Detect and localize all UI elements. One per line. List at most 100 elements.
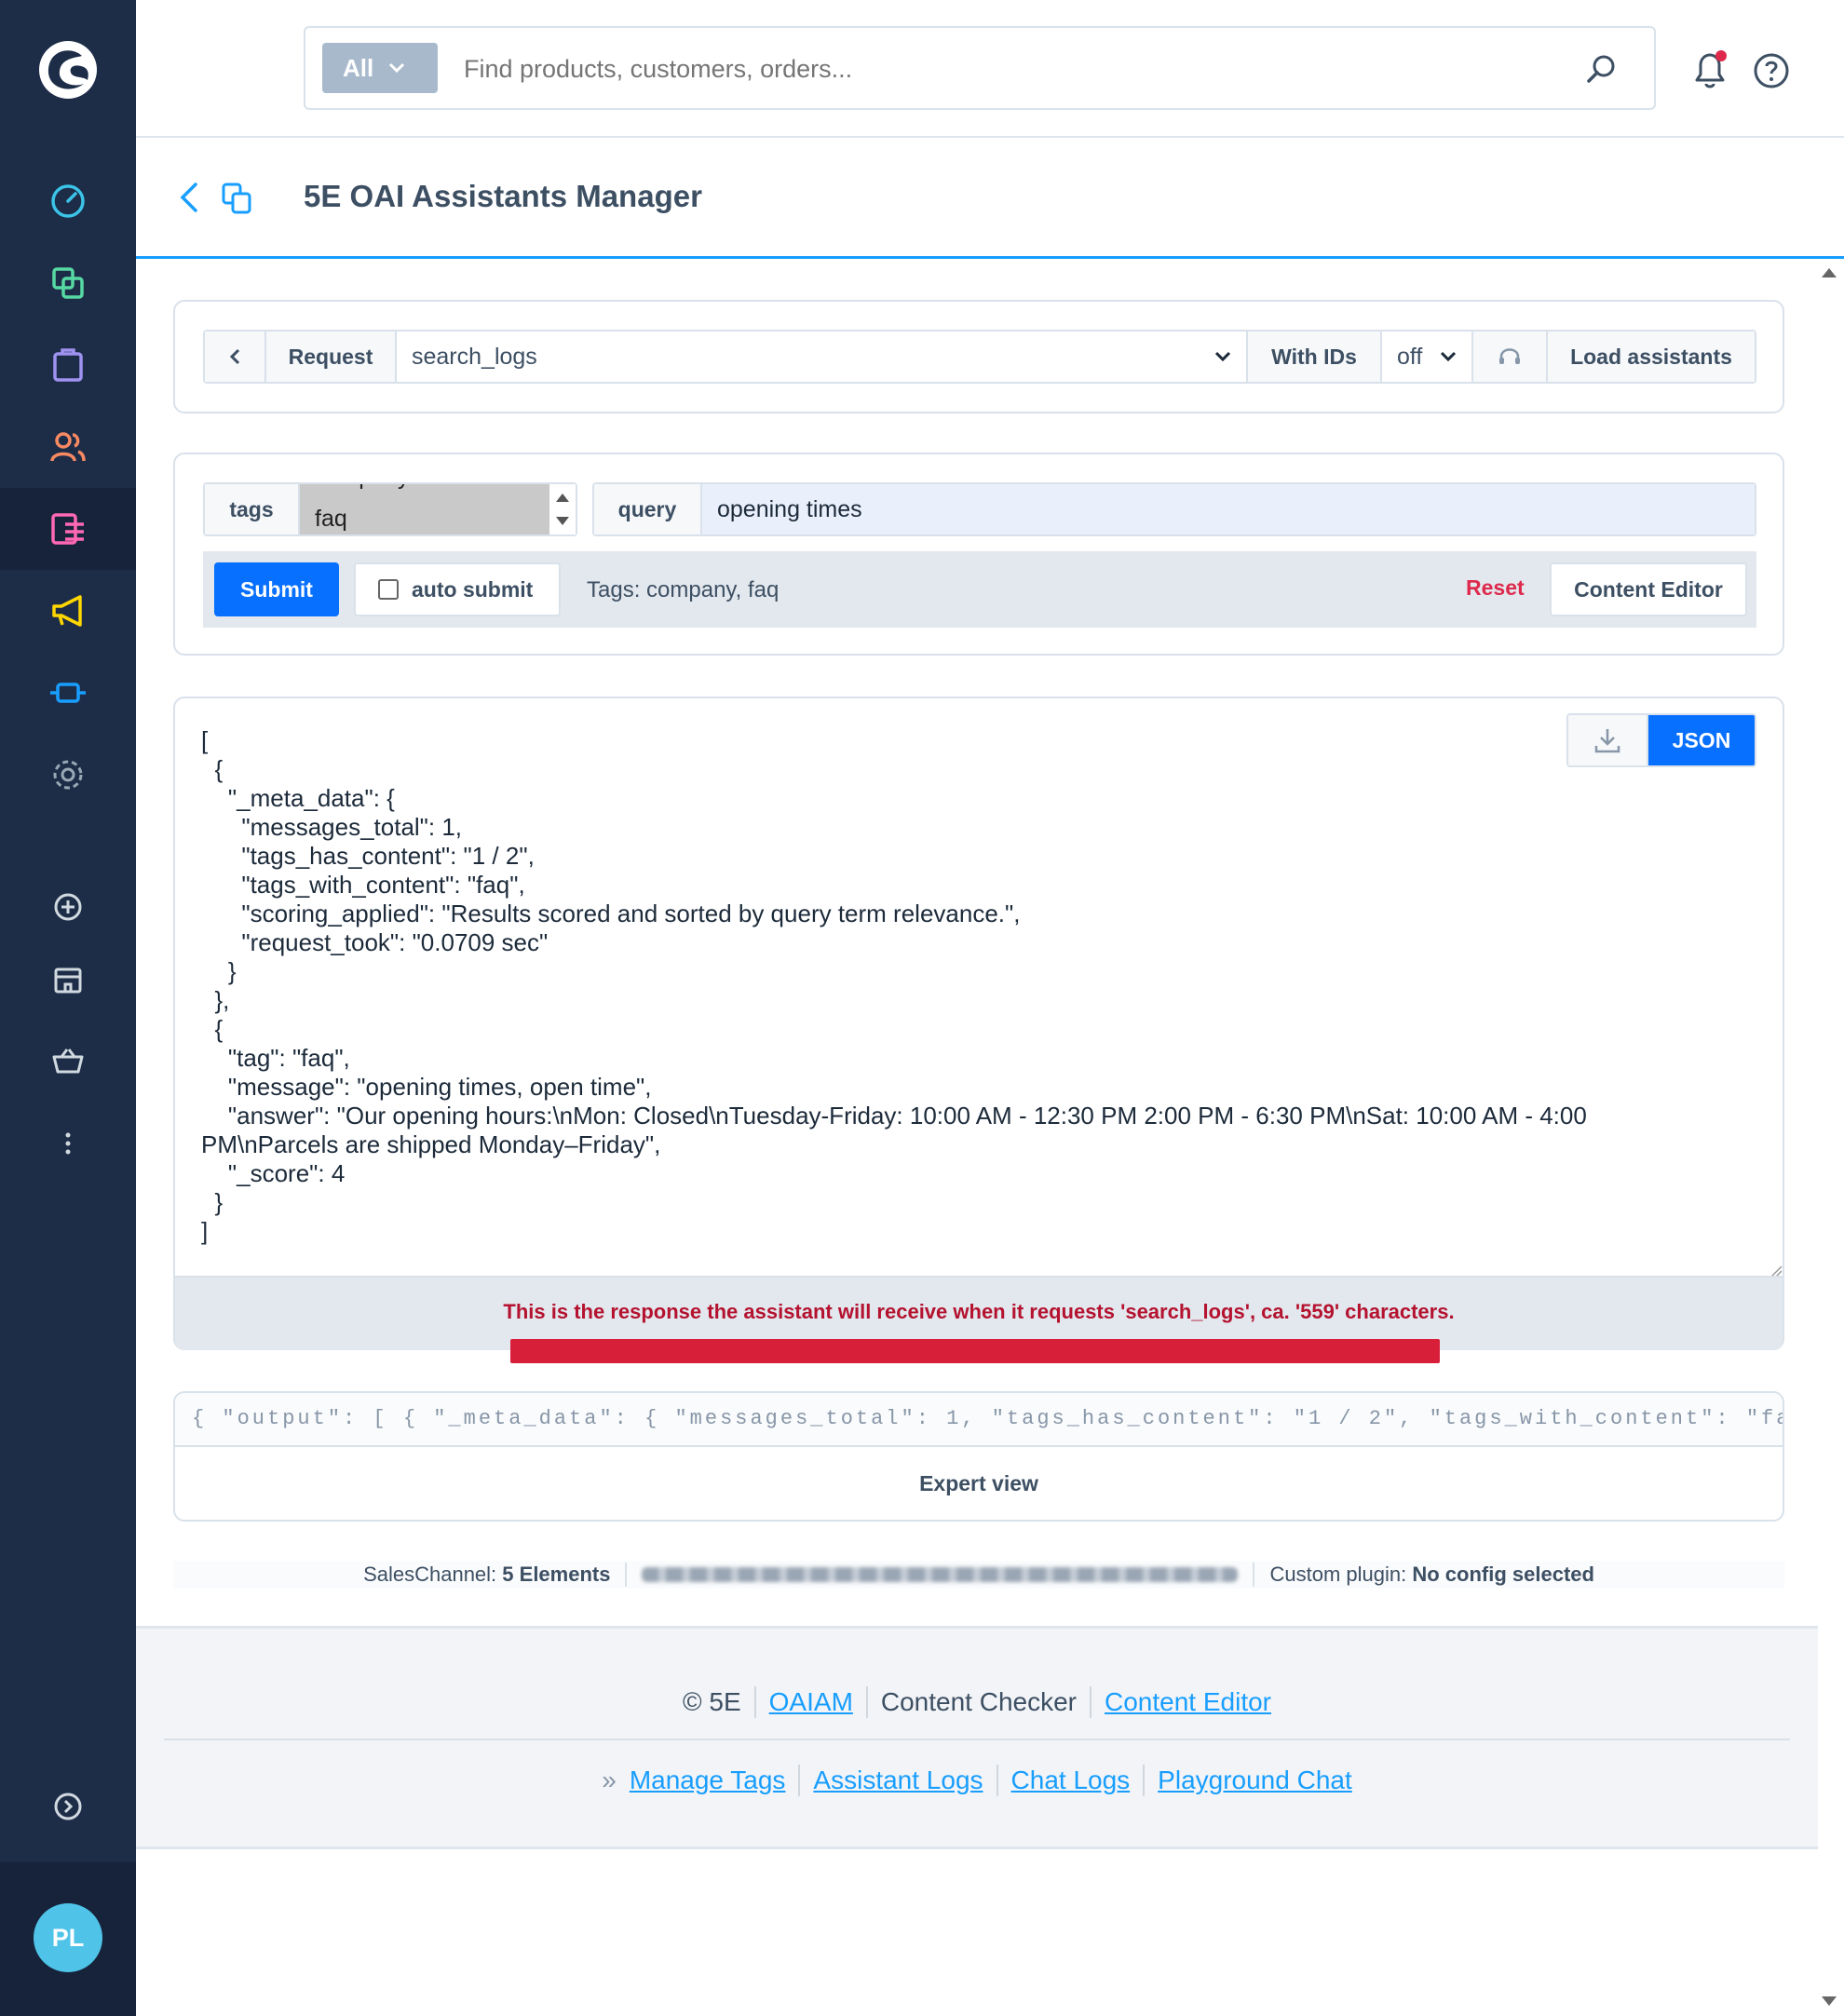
extensions-icon [50,683,86,703]
query-form-card: tags company faq query Submit auto submi… [173,453,1784,656]
top-bar: All [136,0,1844,138]
scroll-up-arrow[interactable] [1822,268,1837,277]
chevron-left-icon[interactable] [175,179,203,216]
tags-label: tags [205,484,300,534]
footer-prefix: » [602,1766,617,1794]
content-editor-button[interactable]: Content Editor [1550,562,1747,616]
with-ids-label: With IDs [1248,331,1382,382]
chevron-left-icon [229,348,240,365]
assistant-headset-button[interactable] [1473,331,1548,382]
copy-icon[interactable] [220,179,253,216]
catalogue-icon [52,267,84,299]
context-info-bar: SalesChannel: 5 Elements Custom plugin: … [173,1561,1784,1589]
divider [798,1765,801,1796]
tags-multiselect[interactable]: company faq [300,484,549,534]
headset-icon [1499,348,1520,364]
json-button[interactable]: JSON [1648,715,1755,765]
expert-raw-output[interactable]: { "output": [ { "_meta_data": { "message… [175,1393,1783,1447]
redacted-bar [510,1339,1440,1363]
request-select-value: search_logs [412,343,537,370]
tags-scrollbar[interactable] [549,484,576,534]
footer-link-chat-logs[interactable]: Chat Logs [1011,1766,1131,1795]
query-label: query [594,484,702,534]
search-icon[interactable] [1585,52,1619,86]
scroll-down-arrow[interactable] [1822,1996,1837,2006]
footer-content-checker: Content Checker [880,1687,1077,1716]
divider [996,1765,998,1796]
tags-option-selected[interactable]: faq [315,506,347,533]
divider [753,1686,756,1718]
footer-primary-links: © 5E OAIAM Content Checker Content Edito… [136,1686,1818,1718]
custom-plugin-value: No config selected [1412,1563,1594,1586]
sidebar-item-marketing[interactable] [0,570,136,652]
search-scope-select[interactable]: All [322,43,438,93]
page-footer: © 5E OAIAM Content Checker Content Edito… [136,1626,1818,1849]
basket-icon [52,1049,84,1074]
load-assistants-button[interactable]: Load assistants [1548,331,1755,382]
sidebar-item-orders[interactable] [0,324,136,406]
sidebar-item-more[interactable] [0,1103,136,1184]
form-action-bar: Submit auto submit Tags: company, faq Re… [203,551,1756,628]
chevron-right-circle-icon [54,1793,82,1820]
help-icon[interactable] [1753,52,1790,89]
search-input[interactable] [464,48,1488,89]
sidebar-expand-button[interactable] [0,1766,136,1847]
reset-button[interactable]: Reset [1466,575,1525,601]
storefront-icon [54,967,82,994]
with-ids-value: off [1397,343,1423,370]
json-output-textarea[interactable]: [ { "_meta_data": { "messages_total": 1,… [201,726,1654,1246]
shopware-logo-icon[interactable] [37,39,99,101]
page-title: 5E OAI Assistants Manager [304,179,702,213]
download-button[interactable] [1568,715,1648,765]
bell-icon[interactable] [1689,48,1730,91]
scroll-up-arrow[interactable] [556,494,569,502]
scroll-down-arrow[interactable] [556,517,569,525]
sidebar-item-storefront[interactable] [0,939,136,1021]
sidebar-item-extensions[interactable] [0,652,136,734]
footer-secondary-links: » Manage Tags Assistant Logs Chat Logs P… [136,1765,1818,1796]
footer-link-content-editor[interactable]: Content Editor [1105,1687,1271,1717]
previous-button[interactable] [205,331,266,382]
footer-link-manage-tags[interactable]: Manage Tags [630,1766,786,1795]
sidebar: PL [0,0,136,2016]
request-toolbar: Request search_logs With IDs off Load as… [203,330,1756,384]
sidebar-item-catalogues[interactable] [0,242,136,324]
sidebar-item-settings[interactable] [0,734,136,816]
sidebar-item-dashboard[interactable] [0,160,136,242]
auto-submit-checkbox[interactable] [378,579,399,600]
avatar[interactable]: PL [34,1903,102,1972]
custom-plugin-info: Custom plugin: No config selected [1269,1563,1593,1587]
footer-link-assistant-logs[interactable]: Assistant Logs [813,1766,983,1795]
output-format-buttons: JSON [1566,713,1756,767]
with-ids-select[interactable]: off [1382,331,1473,382]
submit-button[interactable]: Submit [214,562,339,616]
request-card: Request search_logs With IDs off Load as… [173,300,1784,413]
expert-view-toggle[interactable]: Expert view [175,1471,1783,1496]
sidebar-item-headless[interactable] [0,1021,136,1103]
divider [1143,1765,1146,1796]
sidebar-item-content[interactable] [0,488,136,570]
saleschannel-info: SalesChannel: 5 Elements [363,1563,610,1587]
sidebar-item-customers[interactable] [0,406,136,488]
plus-circle-icon [54,893,82,921]
footer-link-oaiam[interactable]: OAIAM [769,1687,853,1717]
expert-view-card: { "output": [ { "_meta_data": { "message… [173,1391,1784,1522]
response-info-message: This is the response the assistant will … [503,1300,1455,1323]
divider [625,1563,628,1587]
orders-icon [53,348,83,382]
gear-icon [53,760,83,790]
dashboard-icon [51,184,85,218]
chevron-down-icon [1440,351,1457,362]
footer-link-playground-chat[interactable]: Playground Chat [1158,1766,1352,1795]
sidebar-item-add-sales-channel[interactable] [0,866,136,948]
divider [1253,1563,1255,1587]
divider [865,1686,868,1718]
auto-submit-toggle[interactable]: auto submit [354,562,561,616]
tags-field: tags company faq [203,482,577,536]
tags-info-text: Tags: company, faq [587,577,780,602]
search-scope-label: All [343,53,374,82]
query-input[interactable] [702,484,1755,534]
tags-option[interactable]: company [315,484,409,491]
chevron-down-icon [389,62,405,74]
request-select[interactable]: search_logs [397,331,1248,382]
